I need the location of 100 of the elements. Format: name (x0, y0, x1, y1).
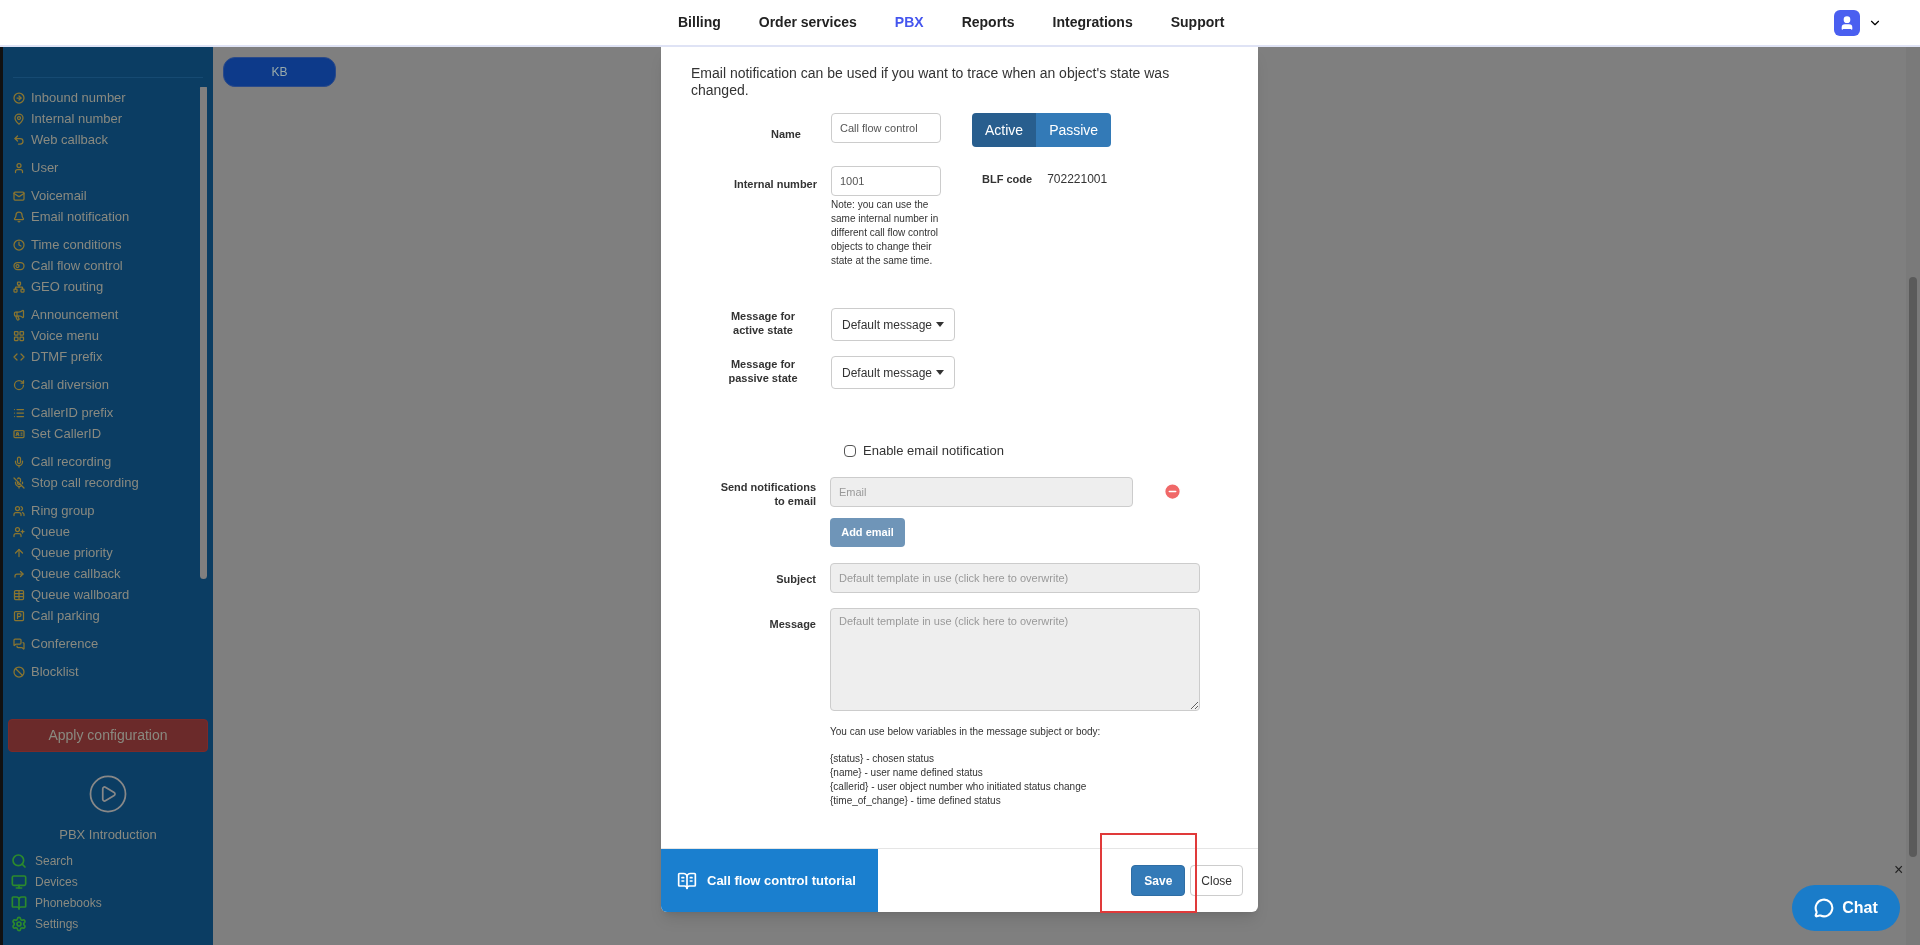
variable-description: {time_of_change} - time defined status (830, 793, 1002, 808)
sidebar-item[interactable]: Call flow control (13, 255, 200, 276)
kb-button[interactable]: KB (223, 57, 336, 87)
grid-icon (13, 329, 25, 342)
sidebar-item[interactable]: Announcement (13, 304, 200, 325)
sidebar-item[interactable]: Set CallerID (13, 423, 200, 444)
sidebar-item[interactable]: Queue priority (13, 542, 200, 563)
state-toggle-button[interactable]: Passive (1036, 113, 1112, 147)
user-icon (1839, 14, 1855, 31)
users-icon (13, 504, 25, 517)
arrow-up-icon (13, 546, 25, 559)
book-icon (677, 870, 697, 891)
field-label: Message (769, 617, 816, 630)
nav-tab[interactable]: Order services (758, 12, 857, 33)
undo-arrow-icon (13, 133, 25, 146)
nav-tab[interactable]: Integrations (1052, 12, 1133, 33)
sidebar-item[interactable]: Queue wallboard (13, 584, 200, 605)
field-label: Subject (776, 572, 816, 585)
sidebar-item[interactable]: CallerID prefix (13, 402, 200, 423)
sidebar-item[interactable]: Call diversion (13, 374, 200, 395)
sidebar-item[interactable]: Conference (13, 633, 200, 654)
sitemap-icon (13, 280, 25, 293)
message-field[interactable]: Default template in use (click here to overwrite) (830, 607, 1200, 711)
remove-icon[interactable] (1163, 482, 1182, 501)
field-label: Internal number (733, 178, 817, 190)
intro-label[interactable]: PBX Introduction (59, 825, 157, 845)
add-email-button[interactable]: Add email (830, 517, 905, 547)
toggle-icon (13, 259, 25, 272)
sidebar-item[interactable]: Stop call recording (13, 472, 200, 493)
field-label: Send notifications to email (719, 479, 816, 508)
sidebar-item[interactable]: Call recording (13, 451, 200, 472)
sidebar-item[interactable]: Time conditions (13, 234, 200, 255)
user-plus-icon (13, 525, 25, 538)
nav-tab[interactable]: Reports (961, 12, 1015, 33)
sidebar-item[interactable]: Ring group (13, 500, 200, 521)
id-card-icon (13, 427, 25, 440)
save-button[interactable]: Save (1131, 865, 1186, 896)
sidebar-item[interactable]: Voicemail (13, 185, 200, 206)
blf-code: 702221001 (1047, 171, 1108, 188)
sidebar-link[interactable]: Devices (11, 871, 213, 893)
microphone-off-icon (13, 476, 25, 489)
internal-number-field[interactable]: 1001 (831, 166, 941, 196)
message-dropdown[interactable]: Default message (831, 308, 956, 341)
sidebar-item[interactable]: Call parking (13, 605, 200, 626)
play-icon[interactable] (87, 773, 129, 815)
state-toggle-button[interactable]: Active (972, 113, 1037, 147)
sidebar-link[interactable]: Phonebooks (11, 892, 213, 914)
ban-icon (13, 665, 25, 678)
rotate-arrow-icon (13, 378, 25, 391)
user-icon (13, 161, 25, 174)
subject-field[interactable]: Default template in use (click here to overwrite) (830, 562, 1200, 593)
blf-label: BLF code (982, 172, 1033, 187)
chat-close-button[interactable]: × (1894, 862, 1904, 878)
tutorial-link[interactable]: Call flow control tutorial (661, 849, 878, 912)
intro-text: Email notification can be used if you want to trace when an object's state was changed. (691, 65, 1171, 99)
note-text: Note: you can use the same internal number in different call flow control objects to change their state at the same time. (831, 198, 940, 268)
bell-icon (13, 210, 25, 223)
parking-icon (13, 609, 25, 622)
name-field[interactable]: Call flow control (831, 113, 941, 143)
chat-button[interactable]: Chat (1792, 885, 1900, 931)
sidebar-item[interactable]: DTMF prefix (13, 346, 200, 367)
variables-intro-text: You can use below variables in the message subject or body: (830, 724, 1102, 739)
settings-icon (11, 916, 27, 932)
apply-configuration-button[interactable]: Apply configuration (8, 719, 208, 752)
nav-tab[interactable]: Billing (678, 12, 721, 33)
enable-email-checkbox[interactable] (844, 444, 856, 457)
arrow-circle-icon (13, 91, 25, 104)
sidebar-item[interactable]: Blocklist (13, 661, 200, 682)
variable-description: {name} - user name defined status (830, 765, 984, 780)
sidebar-link[interactable]: Settings (11, 913, 213, 935)
sidebar-item[interactable]: User (13, 157, 200, 178)
list-icon (13, 406, 25, 419)
microphone-icon (13, 455, 25, 468)
megaphone-icon (13, 308, 25, 321)
chat-bubble-icon (1814, 898, 1835, 918)
caret-icon (936, 322, 945, 327)
sidebar-link[interactable]: Search (11, 850, 213, 872)
sidebar-item[interactable]: Inbound number (13, 87, 200, 108)
close-button[interactable]: Close (1190, 865, 1243, 896)
nav-tab[interactable]: PBX (894, 12, 924, 33)
field-label: Message for passive state (727, 356, 799, 385)
sidebar-item[interactable]: Internal number (13, 108, 200, 129)
clock-icon (13, 238, 25, 251)
book-icon (11, 895, 27, 911)
sidebar-item[interactable]: Queue callback (13, 563, 200, 584)
sidebar-item[interactable]: Email notification (13, 206, 200, 227)
checkbox-label[interactable]: Enable email notification (863, 441, 1004, 461)
message-dropdown[interactable]: Default message (831, 356, 956, 389)
email-field[interactable]: Email (830, 476, 1133, 507)
monitor-icon (11, 874, 27, 890)
envelope-icon (13, 189, 25, 202)
avatar-button[interactable] (1834, 9, 1860, 36)
chat-bubbles-icon (13, 637, 25, 650)
nav-tab[interactable]: Support (1170, 12, 1225, 33)
sidebar-item[interactable]: GEO routing (13, 276, 200, 297)
field-label: Message for active state (729, 308, 797, 337)
sidebar-item[interactable]: Voice menu (13, 325, 200, 346)
sidebar-item[interactable]: Web callback (13, 129, 200, 150)
sidebar-item[interactable]: Queue (13, 521, 200, 542)
field-label: Name (771, 128, 801, 140)
